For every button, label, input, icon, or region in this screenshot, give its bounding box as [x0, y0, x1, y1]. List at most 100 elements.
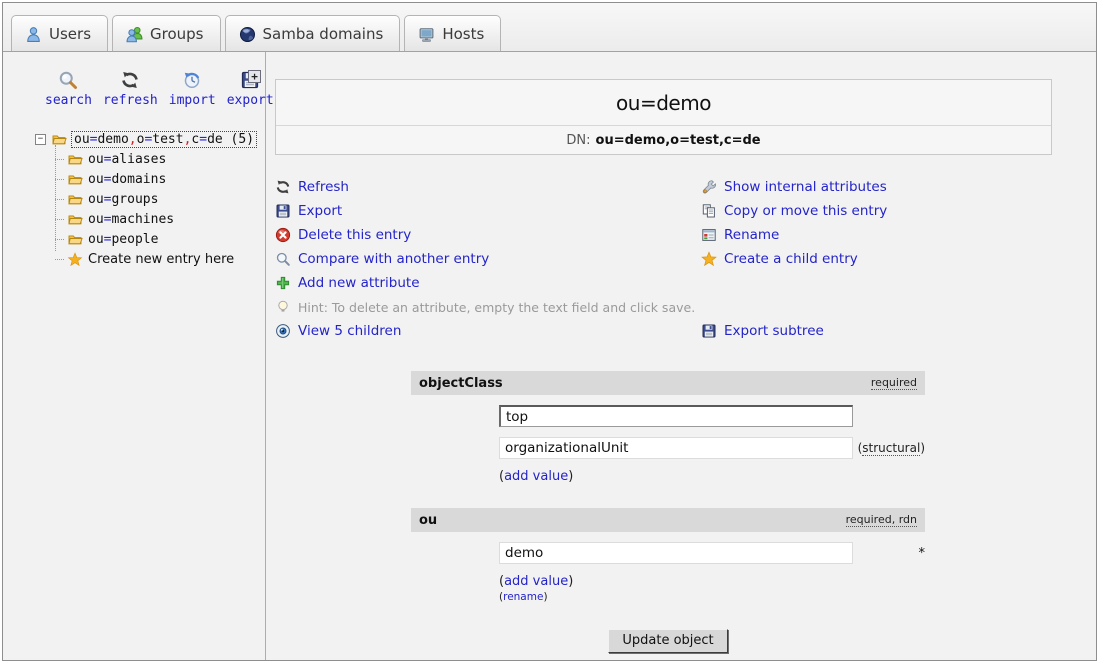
- star-icon: [66, 252, 84, 267]
- tree-item-machines[interactable]: ou=machines: [55, 209, 265, 229]
- tab-label: Users: [49, 25, 91, 43]
- compare-entry-link[interactable]: Compare with another entry: [275, 247, 701, 271]
- collapse-icon[interactable]: −: [35, 134, 46, 145]
- refresh-icon: [120, 70, 140, 90]
- entry-header: ou=demo DN: ou=demo,o=test,c=de: [275, 79, 1052, 155]
- tab-label: Hosts: [442, 25, 484, 43]
- attribute-flags: required, rdn: [846, 513, 917, 527]
- required-marker: *: [919, 546, 926, 561]
- export-subtree-link[interactable]: Export subtree: [701, 319, 1052, 343]
- tree-root-item[interactable]: − ou=demo,o=test,c=de (5): [35, 129, 265, 149]
- attribute-value-input[interactable]: [499, 405, 853, 427]
- ldap-tree: − ou=demo,o=test,c=de (5) ou=aliases ou=…: [35, 129, 265, 269]
- tree-item-people[interactable]: ou=people: [55, 229, 265, 249]
- tree-children: ou=aliases ou=domains ou=groups ou=machi…: [55, 149, 265, 269]
- sidebar-toolbar: search refresh import export: [45, 70, 265, 108]
- dn-label: DN:: [566, 133, 590, 148]
- show-internal-attributes-link[interactable]: Show internal attributes: [701, 175, 1052, 199]
- refresh-button[interactable]: refresh: [103, 70, 158, 108]
- hint-text: Hint: To delete an attribute, empty the …: [298, 300, 695, 315]
- actions-right-column: Show internal attributes Copy or move th…: [701, 175, 1052, 295]
- import-button[interactable]: import: [169, 70, 216, 108]
- plus-icon: [275, 275, 291, 291]
- attribute-header: objectClass required: [411, 371, 925, 395]
- rename-entry-link[interactable]: Rename: [701, 223, 1052, 247]
- actions-left-column: Refresh Export Delete this entry Compare…: [275, 175, 701, 295]
- search-label: search: [45, 93, 92, 108]
- folder-icon: [66, 172, 84, 187]
- export-link[interactable]: Export: [275, 199, 701, 223]
- monitor-icon: [418, 26, 435, 43]
- rename-value-link[interactable]: (rename): [499, 591, 925, 603]
- refresh-icon: [275, 179, 291, 195]
- add-value-link[interactable]: (add value): [499, 574, 925, 589]
- import-label: import: [169, 93, 216, 108]
- eye-icon: [275, 323, 291, 339]
- add-value-link[interactable]: (add value): [499, 469, 925, 484]
- compare-icon: [275, 251, 291, 267]
- delete-icon: [275, 227, 291, 243]
- tab-users[interactable]: Users: [11, 15, 108, 51]
- dn-value: ou=demo,o=test,c=de: [596, 133, 761, 148]
- search-button[interactable]: search: [45, 70, 92, 108]
- entry-title: ou=demo: [276, 80, 1051, 125]
- hint-row: Hint: To delete an attribute, empty the …: [275, 295, 1052, 319]
- refresh-label: refresh: [103, 93, 158, 108]
- tree-root-label[interactable]: ou=demo,o=test,c=de (5): [72, 132, 256, 147]
- copy-icon: [701, 203, 717, 219]
- tree-item-label: ou=machines: [88, 212, 174, 227]
- attribute-section-objectclass: objectClass required (structural) (add v…: [411, 371, 925, 484]
- user-icon: [25, 26, 42, 43]
- floppy-icon: [701, 323, 717, 339]
- structural-note: (structural): [858, 441, 925, 455]
- tree-item-label: ou=aliases: [88, 152, 166, 167]
- delete-entry-link[interactable]: Delete this entry: [275, 223, 701, 247]
- app-frame: Users Groups Samba domains Hosts + searc…: [2, 2, 1097, 661]
- main-panel: ou=demo DN: ou=demo,o=test,c=de Refresh …: [266, 52, 1096, 660]
- view-children-link[interactable]: View 5 children: [275, 319, 701, 343]
- copy-move-entry-link[interactable]: Copy or move this entry: [701, 199, 1052, 223]
- tab-hosts[interactable]: Hosts: [404, 15, 501, 51]
- tree-item-aliases[interactable]: ou=aliases: [55, 149, 265, 169]
- attributes-table: objectClass required (structural) (add v…: [411, 371, 925, 603]
- lightbulb-icon: [275, 299, 291, 315]
- add-attribute-link[interactable]: Add new attribute: [275, 271, 701, 295]
- attribute-value-input[interactable]: [499, 542, 853, 564]
- create-child-entry-link[interactable]: Create a child entry: [701, 247, 1052, 271]
- tree-item-label: ou=groups: [88, 192, 158, 207]
- folder-icon: [50, 132, 68, 147]
- expand-tree-button[interactable]: +: [248, 70, 261, 83]
- tree-create-entry-item[interactable]: Create new entry here: [55, 249, 265, 269]
- tab-samba-domains[interactable]: Samba domains: [225, 15, 401, 51]
- export-label: export: [227, 93, 274, 108]
- import-icon: [182, 70, 202, 90]
- attribute-flags: required: [871, 376, 917, 390]
- create-entry-label: Create new entry here: [88, 252, 234, 267]
- globe-icon: [239, 26, 256, 43]
- attribute-header: ou required, rdn: [411, 508, 925, 532]
- refresh-link[interactable]: Refresh: [275, 175, 701, 199]
- tab-label: Samba domains: [263, 25, 384, 43]
- search-icon: [58, 70, 78, 90]
- folder-icon: [66, 192, 84, 207]
- tab-label: Groups: [150, 25, 203, 43]
- tree-item-groups[interactable]: ou=groups: [55, 189, 265, 209]
- folder-icon: [66, 232, 84, 247]
- folder-icon: [66, 212, 84, 227]
- update-object-button[interactable]: Update object: [608, 629, 727, 653]
- star-icon: [701, 251, 717, 267]
- rename-icon: [701, 227, 717, 243]
- folder-icon: [66, 152, 84, 167]
- tree-item-domains[interactable]: ou=domains: [55, 169, 265, 189]
- group-icon: [126, 26, 143, 43]
- attribute-value-input[interactable]: [499, 437, 853, 459]
- sidebar: + search refresh import export: [3, 52, 266, 660]
- tree-item-label: ou=domains: [88, 172, 166, 187]
- tab-groups[interactable]: Groups: [112, 15, 220, 51]
- wrench-icon: [701, 179, 717, 195]
- attribute-section-ou: ou required, rdn * (add value) (rename): [411, 508, 925, 603]
- entry-actions: Refresh Export Delete this entry Compare…: [275, 175, 1052, 295]
- entry-dn-row: DN: ou=demo,o=test,c=de: [276, 125, 1051, 154]
- children-row: View 5 children Export subtree: [275, 319, 1052, 343]
- attribute-name: ou: [419, 513, 437, 528]
